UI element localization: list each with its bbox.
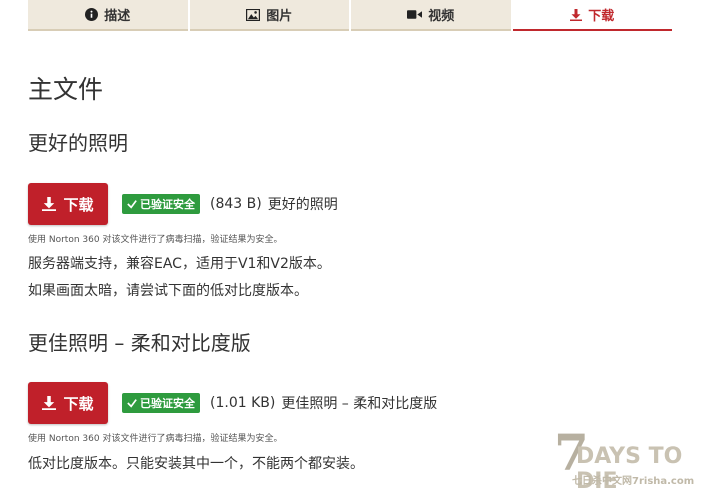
download-row: 下载 已验证安全 (1.01 KB) 更佳照明 – 柔和对比度版 xyxy=(28,382,437,424)
file-size: (1.01 KB) xyxy=(210,395,276,411)
description-line: 服务器端支持，兼容EAC，适用于V1和V2版本。 xyxy=(28,256,331,272)
tab-bar: 描述 图片 视频 下载 xyxy=(28,0,672,31)
badge-text: 已验证安全 xyxy=(140,198,195,211)
tab-label: 下载 xyxy=(588,9,615,24)
tab-images[interactable]: 图片 xyxy=(189,0,349,31)
file-name: 更好的照明 xyxy=(267,197,338,213)
badge-text: 已验证安全 xyxy=(140,397,195,410)
verified-badge: 已验证安全 xyxy=(122,194,200,214)
page-title: 主文件 xyxy=(28,75,104,104)
video-icon xyxy=(407,9,423,20)
tab-download[interactable]: 下载 xyxy=(512,0,672,31)
tab-label: 图片 xyxy=(266,9,293,24)
tab-description[interactable]: 描述 xyxy=(28,0,188,31)
tab-videos[interactable]: 视频 xyxy=(351,0,511,31)
image-icon xyxy=(246,8,261,21)
download-icon xyxy=(570,8,583,21)
tab-label: 描述 xyxy=(104,9,131,24)
check-icon xyxy=(127,398,137,408)
scan-note: 使用 Norton 360 对该文件进行了病毒扫描，验证结果为安全。 xyxy=(28,235,283,245)
download-icon xyxy=(42,396,57,410)
verified-badge: 已验证安全 xyxy=(122,393,200,413)
download-icon xyxy=(42,197,57,211)
download-row: 下载 已验证安全 (843 B) 更好的照明 xyxy=(28,183,338,225)
file-heading: 更佳照明 – 柔和对比度版 xyxy=(28,331,251,355)
download-button[interactable]: 下载 xyxy=(28,382,108,424)
file-heading: 更好的照明 xyxy=(28,131,128,155)
download-button-label: 下载 xyxy=(63,394,94,413)
tab-label: 视频 xyxy=(428,9,455,24)
file-size: (843 B) xyxy=(210,196,262,212)
watermark-logo: 7 DAYS TO DIE 七日杀中文网7risha.com xyxy=(554,428,700,495)
check-icon xyxy=(127,199,137,209)
file-name: 更佳照明 – 柔和对比度版 xyxy=(281,396,438,412)
description-line: 低对比度版本。只能安装其中一个，不能两个都安装。 xyxy=(28,456,364,472)
scan-note: 使用 Norton 360 对该文件进行了病毒扫描，验证结果为安全。 xyxy=(28,434,283,444)
info-icon xyxy=(85,8,99,21)
description-line: 如果画面太暗，请尝试下面的低对比度版本。 xyxy=(28,283,308,299)
download-button-label: 下载 xyxy=(63,195,94,214)
logo-subtitle: 七日杀中文网7risha.com xyxy=(572,476,695,487)
download-button[interactable]: 下载 xyxy=(28,183,108,225)
